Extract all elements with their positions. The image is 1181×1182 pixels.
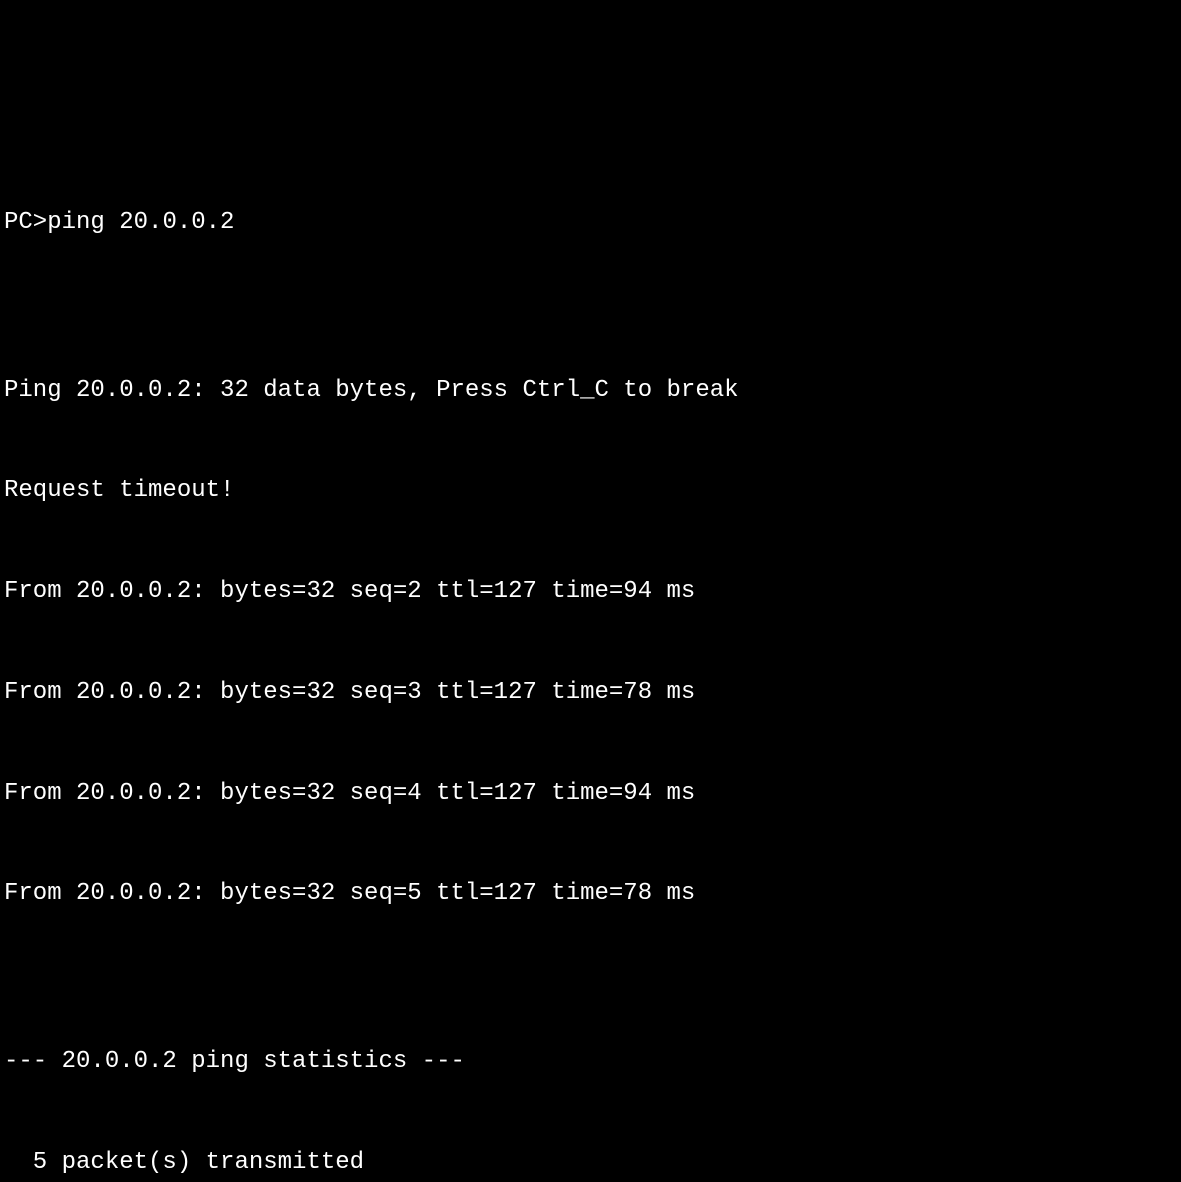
timeout-line: Request timeout! [4,474,1177,508]
ping-header: Ping 20.0.0.2: 32 data bytes, Press Ctrl… [4,374,1177,408]
ping-reply: From 20.0.0.2: bytes=32 seq=4 ttl=127 ti… [4,777,1177,811]
terminal-window[interactable]: PC>ping 20.0.0.2 Ping 20.0.0.2: 32 data … [4,138,1177,721]
ping-reply: From 20.0.0.2: bytes=32 seq=5 ttl=127 ti… [4,877,1177,911]
ping-reply: From 20.0.0.2: bytes=32 seq=2 ttl=127 ti… [4,575,1177,609]
stats-header: --- 20.0.0.2 ping statistics --- [4,1045,1177,1079]
command-line: PC>ping 20.0.0.2 [4,206,1177,240]
command-text: ping 20.0.0.2 [47,206,234,240]
ping-reply: From 20.0.0.2: bytes=32 seq=3 ttl=127 ti… [4,676,1177,710]
stats-transmitted: 5 packet(s) transmitted [4,1146,1177,1180]
prompt-text: PC> [4,206,47,240]
